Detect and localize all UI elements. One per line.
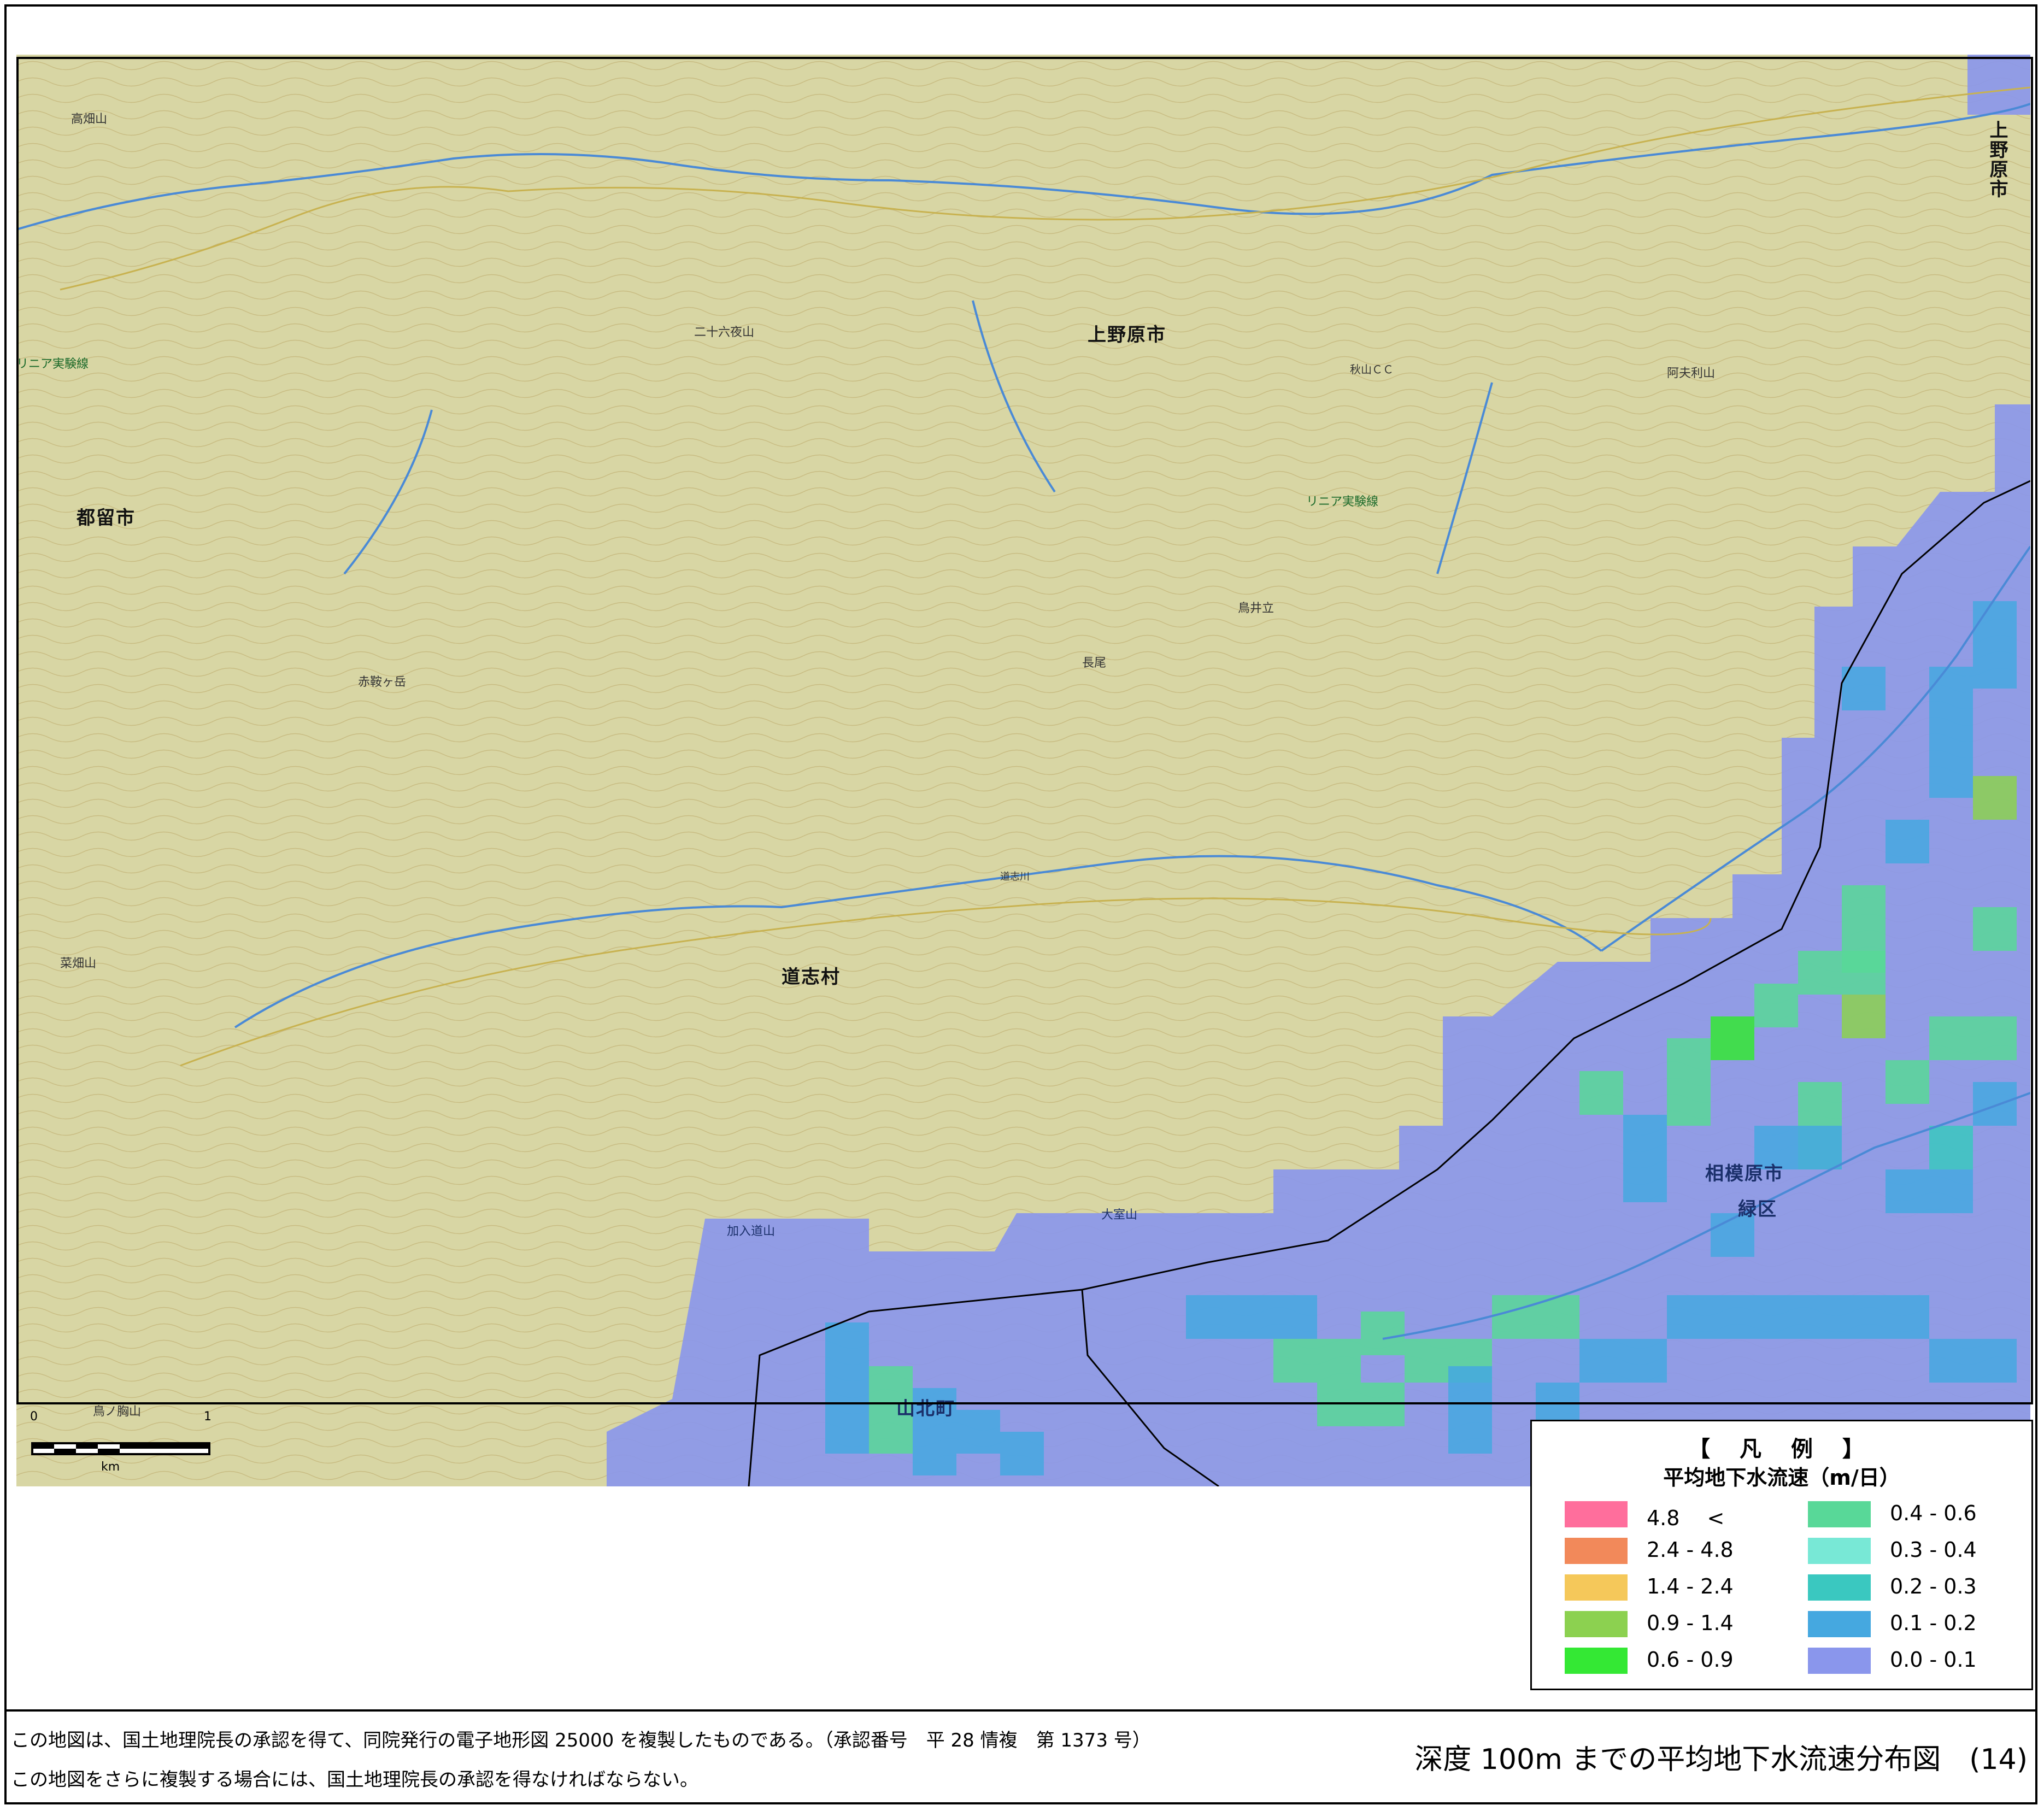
place-midori: 緑区 (1738, 1198, 1777, 1220)
overlay-cell (1711, 1016, 1754, 1060)
place-uenohara-center: 上野原市 (1088, 324, 1166, 346)
overlay-cell (1492, 1295, 1579, 1339)
legend-swatch (1565, 1538, 1628, 1564)
overlay-cell (1754, 984, 1798, 1027)
overlay-cell (1579, 1339, 1667, 1383)
legend-label: 4.8 < (1647, 1506, 1725, 1530)
place-sagamihara: 相模原市 (1705, 1163, 1784, 1185)
mountain-nijurokuya: 二十六夜山 (694, 326, 755, 339)
legend-swatch (1808, 1611, 1871, 1637)
legend-swatch (1565, 1574, 1628, 1601)
legend-subtitle: 平均地下水流速（m/日） (1663, 1466, 1900, 1490)
legend-label: 2.4 - 4.8 (1647, 1538, 1734, 1562)
topographic-map[interactable]: 上野原市 上野原市 都留市 道志村 相模原市 緑区 山北町 高畑山 二十六夜山 … (16, 55, 2030, 1486)
scale-bar: 0 1 km (30, 1410, 216, 1475)
scale-start: 0 (30, 1410, 38, 1424)
scale-unit: km (101, 1460, 120, 1474)
map-canvas (16, 55, 2030, 1486)
label-akiyama-cc: 秋山ＣＣ (1350, 363, 1394, 376)
overlay-cell (1842, 995, 1886, 1038)
overlay-cell (1929, 1339, 2017, 1383)
overlay-cell (1886, 1169, 1973, 1213)
rail-label-center: リニア実験線 (1306, 495, 1379, 509)
overlay-cell (1973, 1082, 2017, 1126)
place-yamakita: 山北町 (896, 1398, 955, 1420)
legend-swatch (1565, 1501, 1628, 1527)
legend-label: 1.4 - 2.4 (1647, 1574, 1734, 1598)
overlay-cell (1186, 1295, 1317, 1339)
scale-bar-graphic (31, 1442, 210, 1455)
overlay-cell (1973, 776, 2017, 820)
overlay-cell (1448, 1366, 1492, 1454)
mountain-nagao: 長尾 (1082, 656, 1107, 670)
document-title: 深度 100m までの平均地下水流速分布図 (14) (1414, 1743, 2028, 1776)
legend-swatch (1565, 1648, 1628, 1674)
overlay-cell (1273, 1339, 1361, 1383)
overlay-cell (1317, 1383, 1405, 1426)
overlay-cell (1361, 1312, 1405, 1355)
scale-end: 1 (204, 1410, 212, 1424)
overlay-cell (1886, 820, 1929, 863)
mountain-kikuhata: 菜畑山 (60, 957, 97, 971)
legend-swatch (1808, 1538, 1871, 1564)
legend-label: 0.2 - 0.3 (1890, 1574, 1977, 1598)
reproduction-note: この地図をさらに複製する場合には、国土地理院長の承認を得なければならない。 (11, 1769, 698, 1791)
overlay-cell (825, 1322, 869, 1454)
legend-swatch (1565, 1611, 1628, 1637)
label-doshi-gawa: 道志川 (1000, 871, 1030, 883)
overlay-cell (1667, 1295, 1798, 1339)
overlay-cell (956, 1410, 1000, 1454)
legend-swatch (1808, 1574, 1871, 1601)
mountain-akabokke: 赤鞍ヶ岳 (358, 675, 407, 689)
legend-label: 0.6 - 0.9 (1647, 1648, 1734, 1672)
overlay-cell (1667, 1038, 1711, 1126)
overlay-cell (1623, 1115, 1667, 1202)
legend-swatch (1808, 1501, 1871, 1527)
overlay-cell (1842, 667, 1886, 710)
overlay-cell (1973, 907, 2017, 951)
legend-label: 0.1 - 0.2 (1890, 1611, 1977, 1635)
mountain-kanyudo: 加入道山 (727, 1225, 776, 1238)
overlay-cell (1929, 667, 1973, 798)
legend-swatch (1808, 1648, 1871, 1674)
overlay-cell (1842, 885, 1886, 973)
mountain-takahata: 高畑山 (71, 113, 108, 126)
overlay-cell (1929, 1126, 1973, 1169)
place-doshi: 道志村 (782, 966, 841, 988)
mountain-karasuidate: 鳥井立 (1238, 602, 1274, 615)
overlay-cell (1973, 601, 2017, 689)
overlay-cell (1579, 1071, 1623, 1115)
overlay-cell (1798, 1295, 1929, 1339)
mountain-abura: 阿夫利山 (1667, 367, 1716, 380)
legend: 【 凡 例 】 平均地下水流速（m/日） 4.8 < 2.4 - 4.8 1.4… (1530, 1420, 2033, 1690)
place-uenohara-east: 上野原市 (1986, 120, 2008, 199)
overlay-cell (1000, 1432, 1044, 1475)
place-tsuru: 都留市 (77, 507, 136, 529)
mountain-omuro: 大室山 (1101, 1208, 1138, 1222)
rail-label-left: リニア実験線 (16, 357, 89, 371)
legend-title: 【 凡 例 】 (1688, 1437, 1875, 1462)
copyright-note: この地図は、国土地理院長の承認を得て、同院発行の電子地形図 25000 を複製し… (11, 1730, 1151, 1751)
legend-label: 0.0 - 0.1 (1890, 1648, 1977, 1672)
legend-label: 0.9 - 1.4 (1647, 1611, 1734, 1635)
overlay-cell (1886, 1060, 1929, 1104)
legend-label: 0.4 - 0.6 (1890, 1501, 1977, 1525)
overlay-cell (1929, 1016, 2017, 1060)
legend-label: 0.3 - 0.4 (1890, 1538, 1977, 1562)
footer-rule (4, 1709, 2037, 1712)
